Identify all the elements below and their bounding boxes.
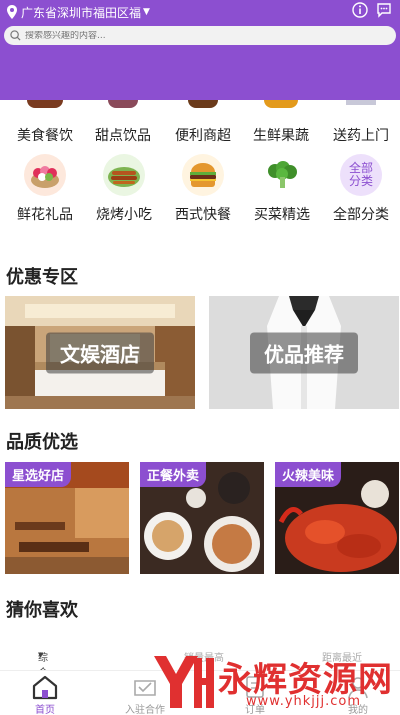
promo-card-hotel[interactable]: 文娱酒店 [5,296,195,409]
quality-label: 星选好店 [5,462,72,487]
category-label: 便利商超 [175,128,231,144]
category-label: 鲜花礼品 [17,207,73,223]
quality-label: 火辣美味 [275,462,342,487]
message-icon[interactable] [376,2,392,18]
watermark: 永辉资源网 www.yhkjjj.com [150,650,400,715]
app-page: 广东省深圳市福田区福 ▼ 搜索感兴趣的内容... 美食餐饮 甜点饮品 便利商超 … [0,0,400,715]
category-burger[interactable]: 西式快餐 [163,154,243,224]
flower-icon [24,154,66,196]
home-icon [32,675,58,700]
header: 广东省深圳市福田区福 ▼ [0,0,400,100]
location-text: 广东省深圳市福田区福 [21,5,142,20]
promo-card-goods[interactable]: 优品推荐 [209,296,399,409]
category-label: 甜点饮品 [95,128,151,144]
search-bar[interactable] [4,26,396,45]
category-label: 生鲜果蔬 [253,128,309,144]
quality-card-meal[interactable]: 正餐外卖 [140,462,264,574]
quality-card-spicy[interactable]: 火辣美味 [275,462,399,574]
sort-comprehensive[interactable]: 综合排序 ▼ [38,649,48,709]
tab-home[interactable]: 首页 [5,673,85,715]
location-selector[interactable]: 广东省深圳市福田区福 ▼ [6,3,150,21]
quality-section-title: 品质优选 [6,432,78,453]
category-fruit[interactable]: 生鲜果蔬 [241,100,321,145]
search-input[interactable] [25,30,365,41]
watermark-logo [154,656,214,708]
caret-down-icon: ▼ [143,7,150,17]
fruit-icon [264,100,298,108]
category-label: 美食餐饮 [17,128,73,144]
category-bbq[interactable]: 烧烤小吃 [84,154,164,224]
category-dessert[interactable]: 甜点饮品 [83,100,163,145]
category-all[interactable]: 全部分类 全部分类 [321,154,400,224]
store-icon [188,100,218,108]
vegetable-icon [261,154,303,196]
quality-label: 正餐外卖 [140,462,207,487]
dessert-icon [108,100,138,108]
quality-card-shop[interactable]: 星选好店 [5,462,129,574]
promo-label: 优品推荐 [250,332,358,373]
category-medicine[interactable]: 送药上门 [321,100,400,145]
category-label: 烧烤小吃 [96,207,152,223]
bbq-icon [103,154,145,196]
category-vegetable[interactable]: 买菜精选 [242,154,322,224]
watermark-url: www.yhkjjj.com [246,694,362,709]
category-label: 全部分类 [333,207,389,223]
all-categories-icon-text: 全部分类 [348,161,373,188]
medicine-icon [346,100,376,105]
category-food[interactable]: 美食餐饮 [5,100,85,145]
tab-label: 首页 [35,705,55,715]
category-label: 买菜精选 [254,207,310,223]
info-icon[interactable] [352,2,368,18]
promo-section-title: 优惠专区 [6,267,78,288]
location-pin-icon [7,5,17,19]
category-flower[interactable]: 鲜花礼品 [5,154,85,224]
category-label: 西式快餐 [175,207,231,223]
search-icon [10,30,21,41]
guess-section-title: 猜你喜欢 [6,600,78,621]
food-icon [27,100,63,108]
category-store[interactable]: 便利商超 [163,100,243,145]
all-categories-icon: 全部分类 [340,154,382,196]
promo-label: 文娱酒店 [46,332,154,373]
category-grid: 美食餐饮 甜点饮品 便利商超 生鲜果蔬 送药上门 鲜花礼品 烧烤小吃 西式快餐 … [0,100,400,240]
burger-icon [182,154,224,196]
category-label: 送药上门 [333,128,389,144]
